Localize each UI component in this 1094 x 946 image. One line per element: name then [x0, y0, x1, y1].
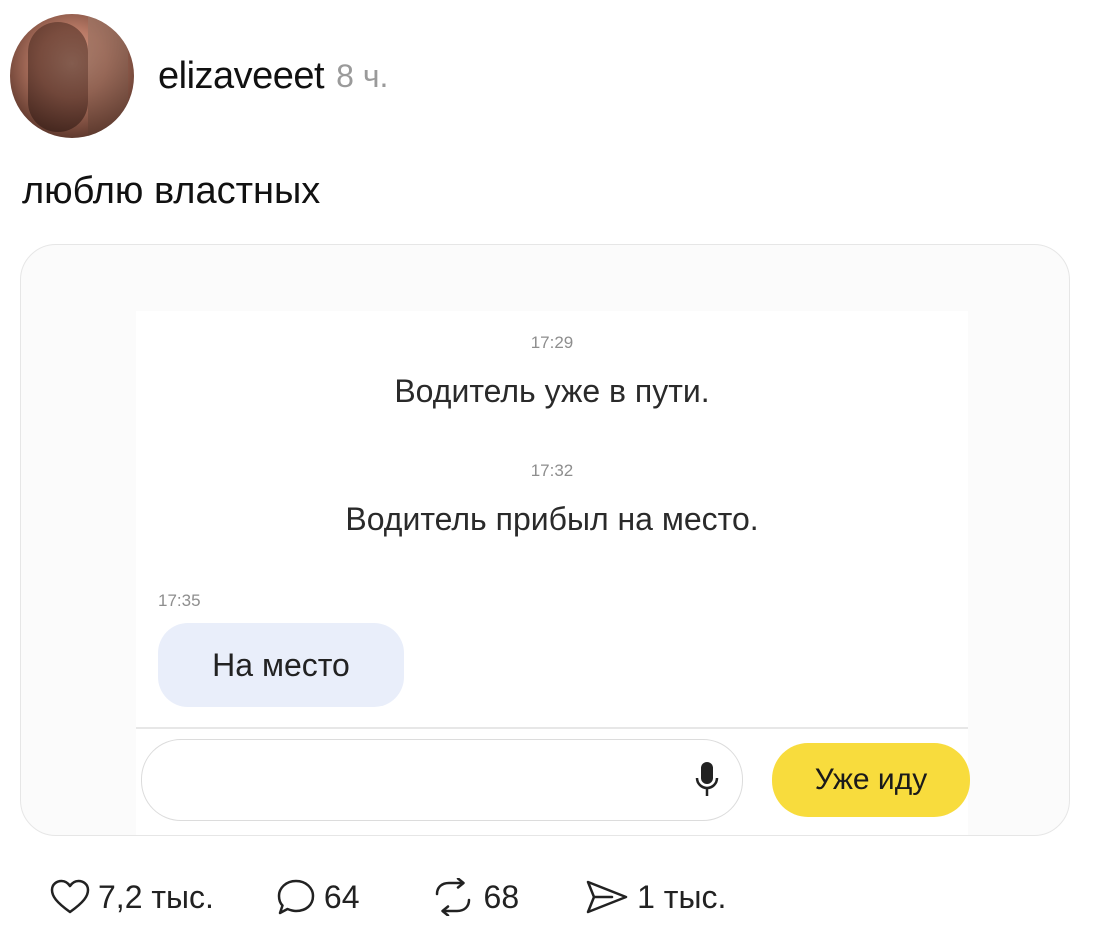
- comment-icon: [277, 879, 315, 915]
- divider: [136, 727, 968, 729]
- share-count: 1 тыс.: [637, 878, 727, 915]
- message-input[interactable]: [141, 739, 743, 821]
- microphone-icon[interactable]: [694, 762, 720, 798]
- repost-button[interactable]: 68: [430, 878, 520, 916]
- avatar[interactable]: [10, 14, 134, 138]
- comment-count: 64: [323, 878, 360, 915]
- comment-button[interactable]: 64: [276, 878, 360, 916]
- post-text: люблю властных: [22, 170, 321, 212]
- repost-count: 68: [483, 878, 520, 915]
- like-count: 7,2 тыс.: [98, 878, 214, 915]
- event-message: Водитель уже в пути.: [394, 373, 710, 409]
- chat-screenshot: 17:29 Водитель уже в пути. 17:32 Водител…: [136, 311, 970, 835]
- quick-reply-button[interactable]: Уже иду: [772, 743, 970, 817]
- event-time: 17:29: [530, 333, 574, 352]
- user-message-bubble: На место: [158, 623, 404, 707]
- event-time: 17:32: [530, 461, 574, 480]
- like-button[interactable]: 7,2 тыс.: [50, 879, 214, 916]
- repost-icon: [435, 878, 470, 916]
- post-image[interactable]: 17:29 Водитель уже в пути. 17:32 Водител…: [20, 244, 1070, 836]
- share-icon: [586, 880, 628, 914]
- user-message-time: 17:35: [158, 591, 201, 610]
- event-message: Водитель прибыл на место.: [345, 501, 759, 537]
- post-header: elizaveeet 8 ч.: [10, 14, 388, 138]
- post-actions: 7,2 тыс. 64 68 1 тыс.: [50, 878, 726, 916]
- share-button[interactable]: 1 тыс.: [585, 879, 726, 916]
- post-time: 8 ч.: [336, 57, 389, 94]
- heart-icon: [50, 879, 90, 914]
- username[interactable]: elizaveeet: [158, 55, 325, 98]
